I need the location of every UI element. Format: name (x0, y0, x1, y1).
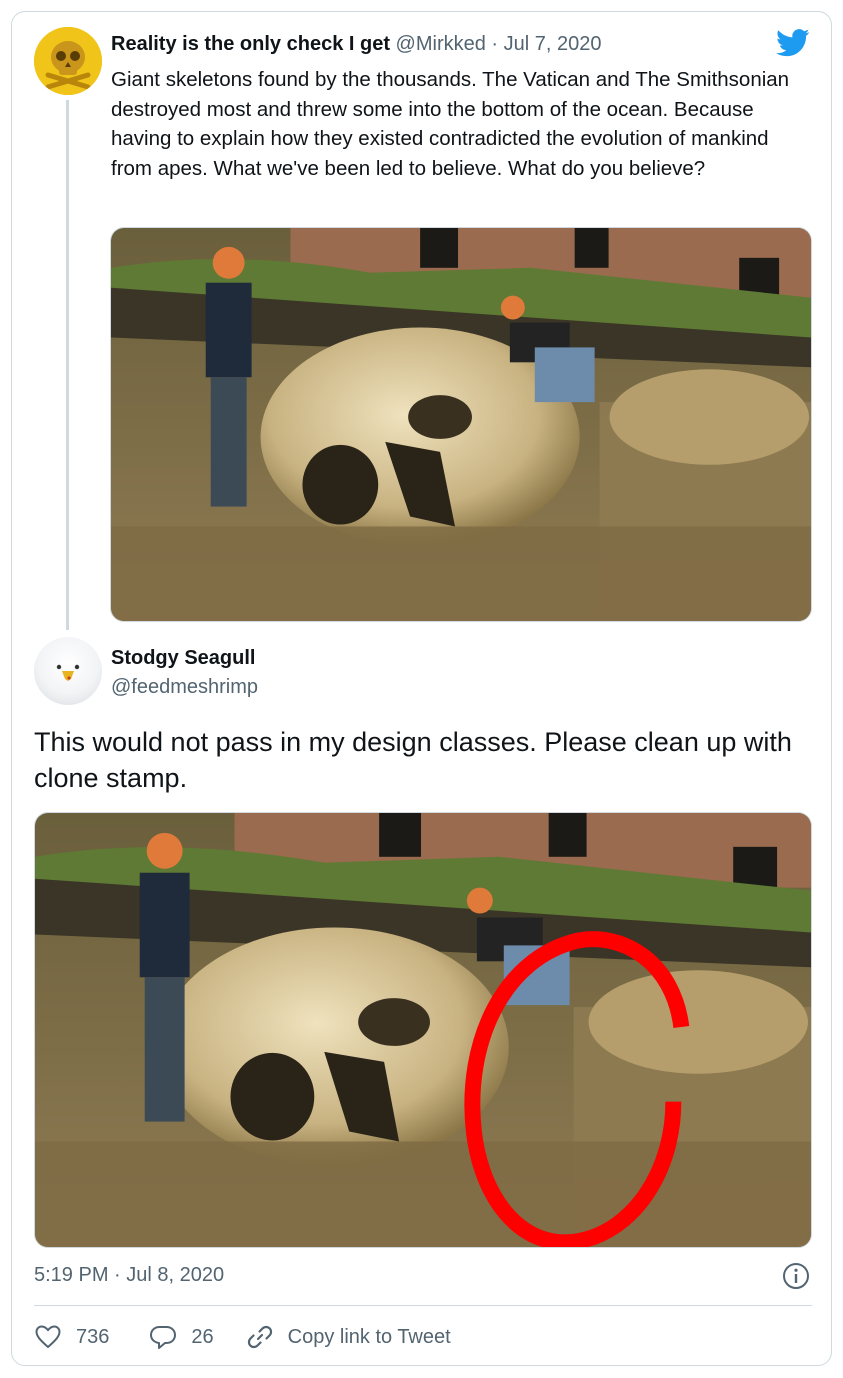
twitter-bird-icon[interactable] (776, 28, 810, 58)
like-count: 736 (76, 1325, 110, 1348)
excavation-skull-photo (111, 228, 811, 621)
annotated-excavation-photo (35, 813, 811, 1247)
parent-tweet-photo[interactable] (110, 227, 812, 622)
copy-link-button[interactable]: Copy link to Tweet (246, 1323, 451, 1351)
actions-divider (34, 1305, 812, 1306)
skull-crossbones-icon (34, 27, 102, 95)
reply-handle[interactable]: @feedmeshrimp (111, 676, 258, 699)
speech-bubble-icon (150, 1326, 177, 1349)
like-button[interactable]: 736 (34, 1323, 109, 1351)
thread-connector-line (66, 100, 69, 630)
reply-avatar[interactable] (34, 637, 102, 705)
reply-tweet-text: This would not pass in my design classes… (34, 727, 792, 793)
parent-header: Reality is the only check I get @Mirkked… (111, 33, 602, 56)
copy-link-label: Copy link to Tweet (287, 1325, 451, 1348)
parent-handle[interactable]: @Mirkked (396, 33, 486, 55)
link-icon (247, 1325, 272, 1349)
info-icon[interactable] (782, 1262, 810, 1290)
header-separator: · (491, 33, 499, 55)
parent-avatar[interactable] (34, 27, 102, 95)
parent-author-name[interactable]: Reality is the only check I get (111, 33, 390, 55)
heart-icon (35, 1325, 61, 1348)
parent-tweet-text: Giant skeletons found by the thousands. … (111, 68, 790, 180)
reply-tweet-photo[interactable] (34, 812, 812, 1248)
seagull-icon (56, 664, 80, 681)
reply-author-name[interactable]: Stodgy Seagull (111, 647, 255, 670)
tweet-actions-bar: 736 26 Copy link to Tweet (34, 1320, 451, 1354)
parent-date[interactable]: Jul 7, 2020 (504, 33, 602, 55)
reply-timestamp[interactable]: 5:19 PM · Jul 8, 2020 (34, 1264, 224, 1287)
reply-count: 26 (191, 1325, 214, 1348)
reply-button[interactable]: 26 (149, 1323, 214, 1351)
